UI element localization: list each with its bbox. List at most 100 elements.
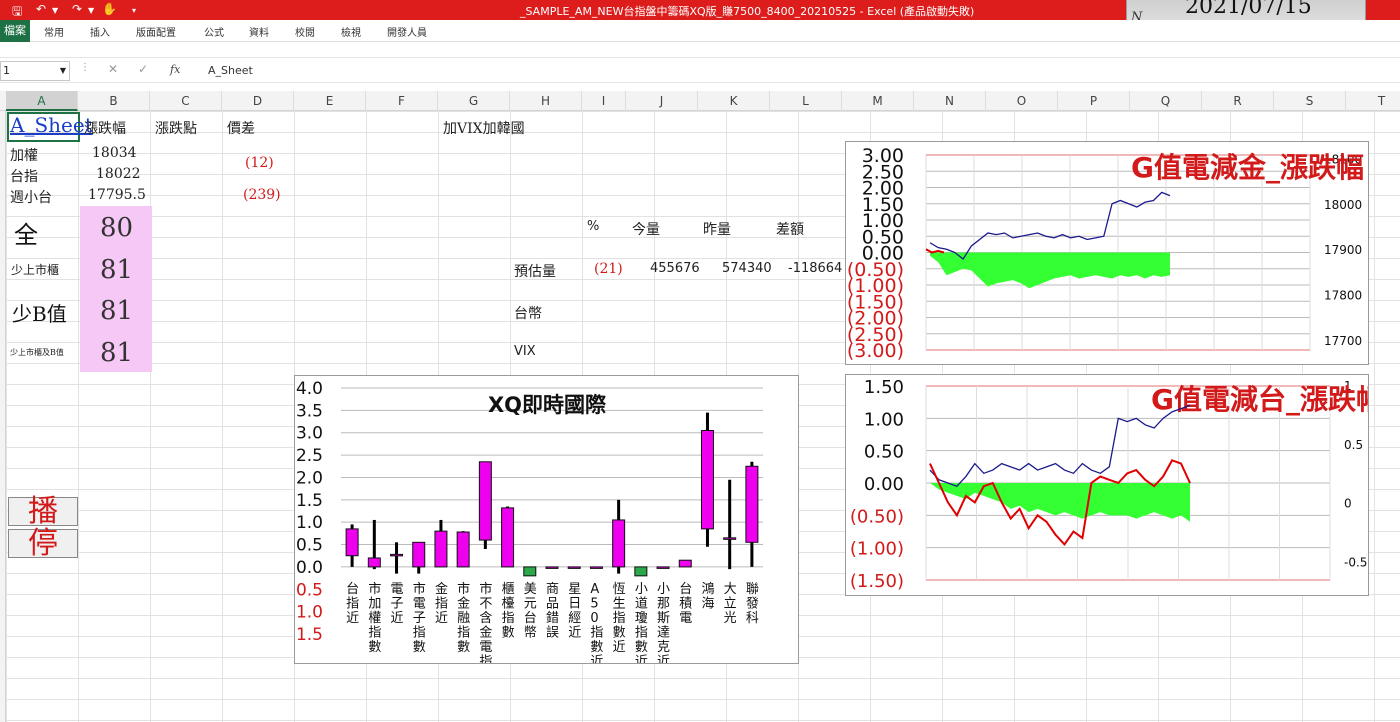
- x-tick-label: 美元台幣: [524, 582, 537, 641]
- candle-bar: [367, 557, 381, 568]
- cell-k6[interactable]: 574340: [722, 261, 772, 276]
- cell-a7[interactable]: 少B值: [12, 298, 67, 327]
- tab-home[interactable]: 常用: [44, 24, 64, 39]
- x-tick-label: A 5 0 指數近: [590, 582, 603, 663]
- tab-developer[interactable]: 開發人員: [387, 24, 427, 39]
- column-header-g[interactable]: G: [438, 91, 510, 111]
- cell-d2[interactable]: (12): [245, 155, 274, 171]
- cell-b1[interactable]: 漲跌幅: [84, 118, 126, 138]
- cell-c1[interactable]: 漲跌點: [155, 118, 197, 138]
- column-header-o[interactable]: O: [986, 91, 1058, 111]
- cell-i6[interactable]: (21): [594, 261, 623, 277]
- cell-l6[interactable]: -118664: [788, 261, 842, 276]
- customize-toolbar-icon[interactable]: ▾: [132, 6, 136, 15]
- name-box[interactable]: 1 ▼: [0, 61, 70, 81]
- column-header-l[interactable]: L: [770, 91, 842, 111]
- column-header-i[interactable]: I: [582, 91, 626, 111]
- column-header-m[interactable]: M: [842, 91, 914, 111]
- cell-b3[interactable]: 18022: [96, 166, 141, 182]
- green-area-series: [930, 483, 1190, 522]
- x-tick-label: 市電子指數: [413, 581, 426, 655]
- g-electric-minus-index-chart[interactable]: 1.50 1.00 0.50 0.00 (0.50) (1.00) (1.50) 1 0.5 0-…: [845, 374, 1384, 596]
- chevron-down-icon[interactable]: ▼: [60, 62, 66, 80]
- y-tick-label-right: 17700: [1324, 334, 1362, 348]
- tab-file[interactable]: 檔案: [0, 20, 30, 42]
- cell-d4[interactable]: (239): [243, 187, 281, 203]
- stop-button[interactable]: 停: [8, 529, 78, 559]
- candle-bar: [723, 537, 737, 540]
- y-tick-label-right: 17800: [1324, 289, 1362, 303]
- y-tick-label: 4.0: [296, 379, 323, 399]
- candle-bar: [545, 566, 559, 569]
- y-tick-label: 0.5: [296, 536, 323, 556]
- cell-l5[interactable]: 差額: [776, 219, 804, 239]
- cancel-icon[interactable]: ✕: [108, 62, 118, 76]
- candle-bar: [412, 541, 426, 568]
- column-header-p[interactable]: P: [1058, 91, 1130, 111]
- chart-title: G值電減台_漲跌幅: [1151, 383, 1368, 416]
- y-tick-label: 3.5: [296, 401, 323, 421]
- cell-b5[interactable]: 80: [100, 213, 133, 243]
- cell-b6[interactable]: 81: [100, 255, 133, 285]
- undo-icon[interactable]: ↶: [36, 2, 46, 16]
- cell-a6[interactable]: 少上市櫃: [11, 261, 59, 278]
- cell-b7[interactable]: 81: [100, 296, 133, 326]
- cell-b4[interactable]: 17795.5: [88, 187, 146, 203]
- column-header-t[interactable]: T: [1346, 91, 1400, 111]
- cell-b8[interactable]: 81: [100, 338, 133, 368]
- cell-g1[interactable]: 加VIX加韓國: [443, 118, 525, 138]
- candle-bar: [390, 553, 404, 557]
- tab-review[interactable]: 校閱: [295, 24, 315, 39]
- column-headers: ABCDEFGHIJKLMNOPQRST: [0, 91, 1400, 111]
- redo-dropdown-icon[interactable]: ▼: [88, 6, 94, 15]
- cell-a2[interactable]: 加權: [10, 145, 38, 165]
- cell-j6[interactable]: 455676: [650, 261, 700, 276]
- undo-dropdown-icon[interactable]: ▼: [52, 6, 58, 15]
- y-tick-label: 0.5: [296, 580, 323, 600]
- column-header-f[interactable]: F: [366, 91, 438, 111]
- cell-k5[interactable]: 昨量: [703, 219, 731, 239]
- cell-d1[interactable]: 價差: [227, 118, 255, 138]
- formula-bar: 1 ▼ ⋮ ✕ ✓ fx A_Sheet: [0, 57, 1400, 83]
- cell-a1[interactable]: A_Sheet: [10, 113, 93, 137]
- redo-icon[interactable]: ↷: [72, 2, 82, 16]
- column-header-b[interactable]: B: [78, 91, 150, 111]
- column-header-e[interactable]: E: [294, 91, 366, 111]
- candle-bar: [678, 559, 692, 568]
- g-electric-minus-finance-chart[interactable]: 3.00 2.50 2.00 1.50 1.00 0.50 0.00 (0.50) (1.00)…: [845, 141, 1369, 365]
- touch-mode-icon[interactable]: ✋: [102, 2, 117, 16]
- cell-i5[interactable]: %: [587, 219, 599, 234]
- tab-formulas[interactable]: 公式: [204, 24, 224, 39]
- insert-function-icon[interactable]: fx: [170, 63, 180, 76]
- cell-a5[interactable]: 全: [14, 215, 38, 250]
- tab-view[interactable]: 檢視: [341, 24, 361, 39]
- cell-h8[interactable]: VIX: [514, 344, 536, 359]
- formula-input[interactable]: A_Sheet: [208, 64, 253, 77]
- cell-b2[interactable]: 18034: [92, 145, 137, 161]
- column-header-h[interactable]: H: [510, 91, 582, 111]
- column-header-c[interactable]: C: [150, 91, 222, 111]
- column-header-r[interactable]: R: [1202, 91, 1274, 111]
- enter-icon[interactable]: ✓: [138, 62, 148, 76]
- tab-data[interactable]: 資料: [249, 24, 269, 39]
- column-header-q[interactable]: Q: [1130, 91, 1202, 111]
- cell-a8[interactable]: 少上市櫃及B值: [10, 347, 64, 358]
- y-tick-label: 1.0: [296, 603, 323, 623]
- column-header-s[interactable]: S: [1274, 91, 1346, 111]
- tab-page-layout[interactable]: 版面配置: [136, 24, 176, 39]
- cell-h6[interactable]: 預估量: [514, 261, 556, 281]
- column-header-k[interactable]: K: [698, 91, 770, 111]
- cell-a3[interactable]: 台指: [10, 166, 38, 186]
- cell-j5[interactable]: 今量: [632, 219, 660, 239]
- tab-insert[interactable]: 插入: [90, 24, 110, 39]
- column-header-a[interactable]: A: [6, 91, 78, 111]
- cell-h7[interactable]: 台幣: [514, 303, 542, 323]
- column-header-n[interactable]: N: [914, 91, 986, 111]
- xq-international-chart[interactable]: 4.0 3.5 3.0 2.5 2.0 1.5 1.0 0.5 0.0 0.5 1.0 1.5 XQ即時…: [294, 375, 799, 669]
- candle-bar: [345, 528, 359, 557]
- column-header-d[interactable]: D: [222, 91, 294, 111]
- y-tick-label-right: 0: [1344, 497, 1352, 511]
- column-header-j[interactable]: J: [626, 91, 698, 111]
- cell-a4[interactable]: 週小台: [10, 187, 52, 207]
- play-button[interactable]: 播: [8, 497, 78, 527]
